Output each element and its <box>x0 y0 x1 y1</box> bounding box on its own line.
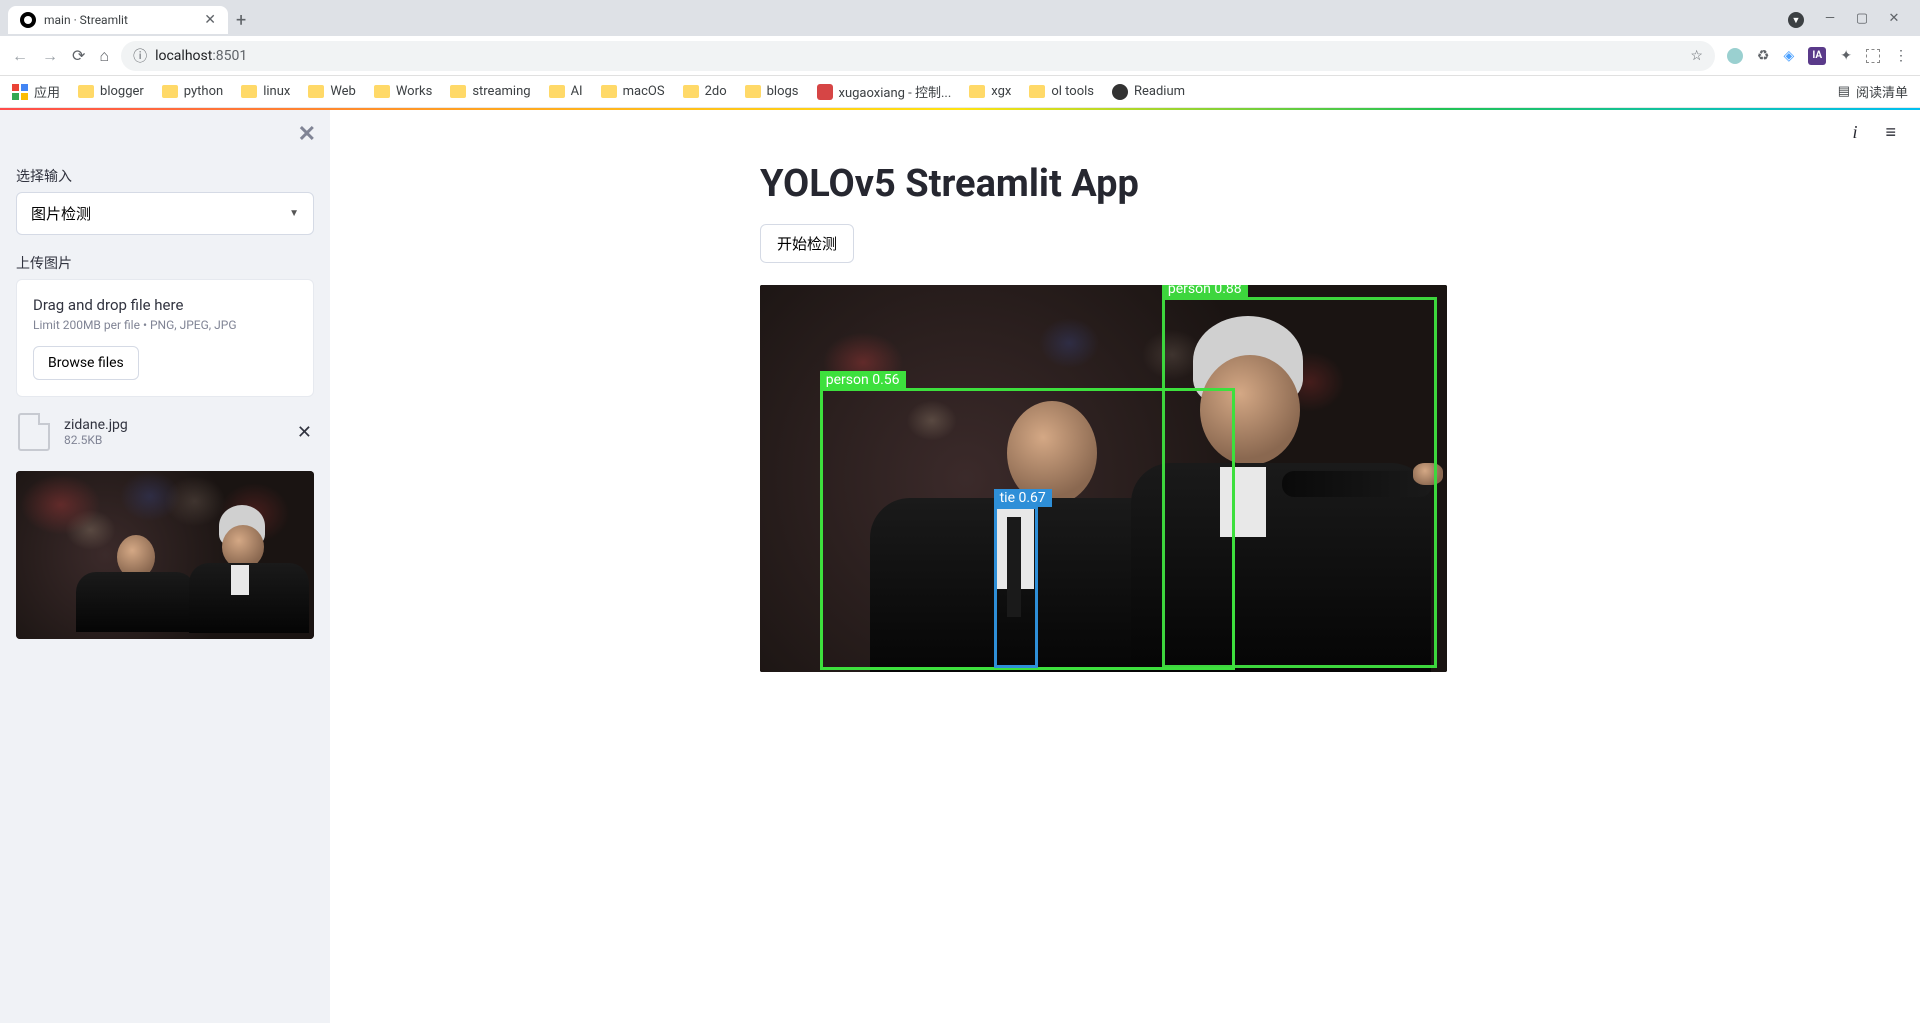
new-tab-button[interactable]: + <box>236 10 246 31</box>
folder-icon <box>308 85 324 98</box>
bookmark-folder[interactable]: linux <box>241 84 290 99</box>
close-sidebar-icon[interactable]: ✕ <box>298 122 316 147</box>
select-value: 图片检测 <box>31 203 91 224</box>
minimize-button[interactable]: — <box>1824 12 1836 24</box>
folder-icon <box>683 85 699 98</box>
back-button[interactable]: ← <box>12 46 28 66</box>
folder-icon <box>969 85 985 98</box>
streamlit-app: ✕ 选择输入 图片检测 ▼ 上传图片 Drag and drop file he… <box>0 110 1920 1023</box>
reading-list-button[interactable]: ▤ 阅读清单 <box>1838 82 1908 101</box>
drop-text: Drag and drop file here <box>33 296 297 314</box>
upload-label: 上传图片 <box>16 253 314 273</box>
folder-icon <box>601 85 617 98</box>
apps-shortcut[interactable]: 应用 <box>12 82 60 101</box>
page-title: YOLOv5 Streamlit App <box>760 162 1490 206</box>
menu-icon[interactable]: ⋮ <box>1894 48 1908 64</box>
forward-button[interactable]: → <box>42 46 58 66</box>
detection-label: person 0.88 <box>1162 285 1248 298</box>
profile-icon[interactable] <box>1727 48 1743 64</box>
browser-toolbar: ← → ⟳ ⌂ ⓘ localhost:8501 ☆ ♻ ◈ IA ✦ ⋮ <box>0 36 1920 76</box>
address-bar[interactable]: ⓘ localhost:8501 ☆ <box>121 41 1715 71</box>
bookmark-folder[interactable]: blogs <box>745 84 799 99</box>
bookmark-site[interactable]: xugaoxiang - 控制... <box>817 82 952 101</box>
apps-icon <box>12 84 28 100</box>
sidebar: ✕ 选择输入 图片检测 ▼ 上传图片 Drag and drop file he… <box>0 110 330 1023</box>
detection-bbox: tie 0.67 <box>994 506 1039 669</box>
bookmark-site[interactable]: Readium <box>1112 84 1185 100</box>
close-tab-icon[interactable]: ✕ <box>204 12 216 28</box>
diamond-icon[interactable]: ◈ <box>1783 48 1794 64</box>
folder-icon <box>78 85 94 98</box>
browser-chrome: main · Streamlit ✕ + ▼ — ▢ ✕ ← → ⟳ ⌂ ⓘ l… <box>0 0 1920 108</box>
remove-file-icon[interactable]: ✕ <box>297 422 312 443</box>
bookmark-folder[interactable]: ol tools <box>1029 84 1094 99</box>
folder-icon <box>241 85 257 98</box>
extensions-icon[interactable]: ✦ <box>1840 48 1852 64</box>
folder-icon <box>162 85 178 98</box>
input-type-select[interactable]: 图片检测 ▼ <box>16 192 314 235</box>
detection-result-image: person 0.88 person 0.56 tie 0.67 <box>760 285 1447 672</box>
maximize-button[interactable]: ▢ <box>1856 12 1868 24</box>
reload-button[interactable]: ⟳ <box>72 46 85 66</box>
bookmark-folder[interactable]: macOS <box>601 84 665 99</box>
folder-icon <box>374 85 390 98</box>
bookmark-folder[interactable]: Works <box>374 84 432 99</box>
bookmark-folder[interactable]: streaming <box>450 84 530 99</box>
hamburger-menu-icon[interactable]: ≡ <box>1885 122 1896 143</box>
file-name: zidane.jpg <box>64 417 283 433</box>
bookmark-star-icon[interactable]: ☆ <box>1690 48 1703 64</box>
chevron-down-icon: ▼ <box>289 208 299 219</box>
folder-icon <box>549 85 565 98</box>
limit-text: Limit 200MB per file • PNG, JPEG, JPG <box>33 318 297 332</box>
bookmark-folder[interactable]: AI <box>549 84 583 99</box>
tab-strip: main · Streamlit ✕ + ▼ — ▢ ✕ <box>0 0 1920 36</box>
browser-tab[interactable]: main · Streamlit ✕ <box>8 6 228 34</box>
bookmark-folder[interactable]: Web <box>308 84 356 99</box>
favicon-icon <box>20 12 36 28</box>
url-path: :8501 <box>212 48 247 64</box>
folder-icon <box>450 85 466 98</box>
main-content: i ≡ YOLOv5 Streamlit App 开始检测 <box>330 110 1920 1023</box>
extension-square-icon[interactable] <box>1866 49 1880 63</box>
bookmark-folder[interactable]: python <box>162 84 223 99</box>
uploaded-file-row: zidane.jpg 82.5KB ✕ <box>16 411 314 453</box>
close-window-button[interactable]: ✕ <box>1888 12 1900 24</box>
bookmark-folder[interactable]: blogger <box>78 84 144 99</box>
preview-thumbnail <box>16 471 314 639</box>
detection-label: person 0.56 <box>820 371 906 389</box>
detection-label: tie 0.67 <box>994 489 1052 507</box>
window-controls: ▼ — ▢ ✕ <box>1788 12 1912 28</box>
info-icon[interactable]: i <box>1852 122 1857 143</box>
start-detect-button[interactable]: 开始检测 <box>760 224 854 263</box>
tab-title: main · Streamlit <box>44 13 128 27</box>
site-info-icon[interactable]: ⓘ <box>133 46 147 66</box>
bookmark-folder[interactable]: 2do <box>683 84 727 99</box>
site-icon <box>817 84 833 100</box>
list-icon: ▤ <box>1838 84 1850 99</box>
input-select-label: 选择输入 <box>16 166 314 186</box>
file-icon <box>18 413 50 451</box>
browse-files-button[interactable]: Browse files <box>33 346 139 380</box>
folder-icon <box>1029 85 1045 98</box>
recycle-icon[interactable]: ♻ <box>1757 48 1770 64</box>
bookmark-folder[interactable]: xgx <box>969 84 1011 99</box>
file-size: 82.5KB <box>64 433 283 447</box>
home-button[interactable]: ⌂ <box>99 46 109 66</box>
folder-icon <box>745 85 761 98</box>
file-uploader[interactable]: Drag and drop file here Limit 200MB per … <box>16 279 314 397</box>
bookmarks-bar: 应用 blogger python linux Web Works stream… <box>0 76 1920 108</box>
site-icon <box>1112 84 1128 100</box>
extension-ia-icon[interactable]: IA <box>1808 47 1826 65</box>
url-host: localhost <box>155 48 212 64</box>
dropdown-icon[interactable]: ▼ <box>1788 12 1804 28</box>
